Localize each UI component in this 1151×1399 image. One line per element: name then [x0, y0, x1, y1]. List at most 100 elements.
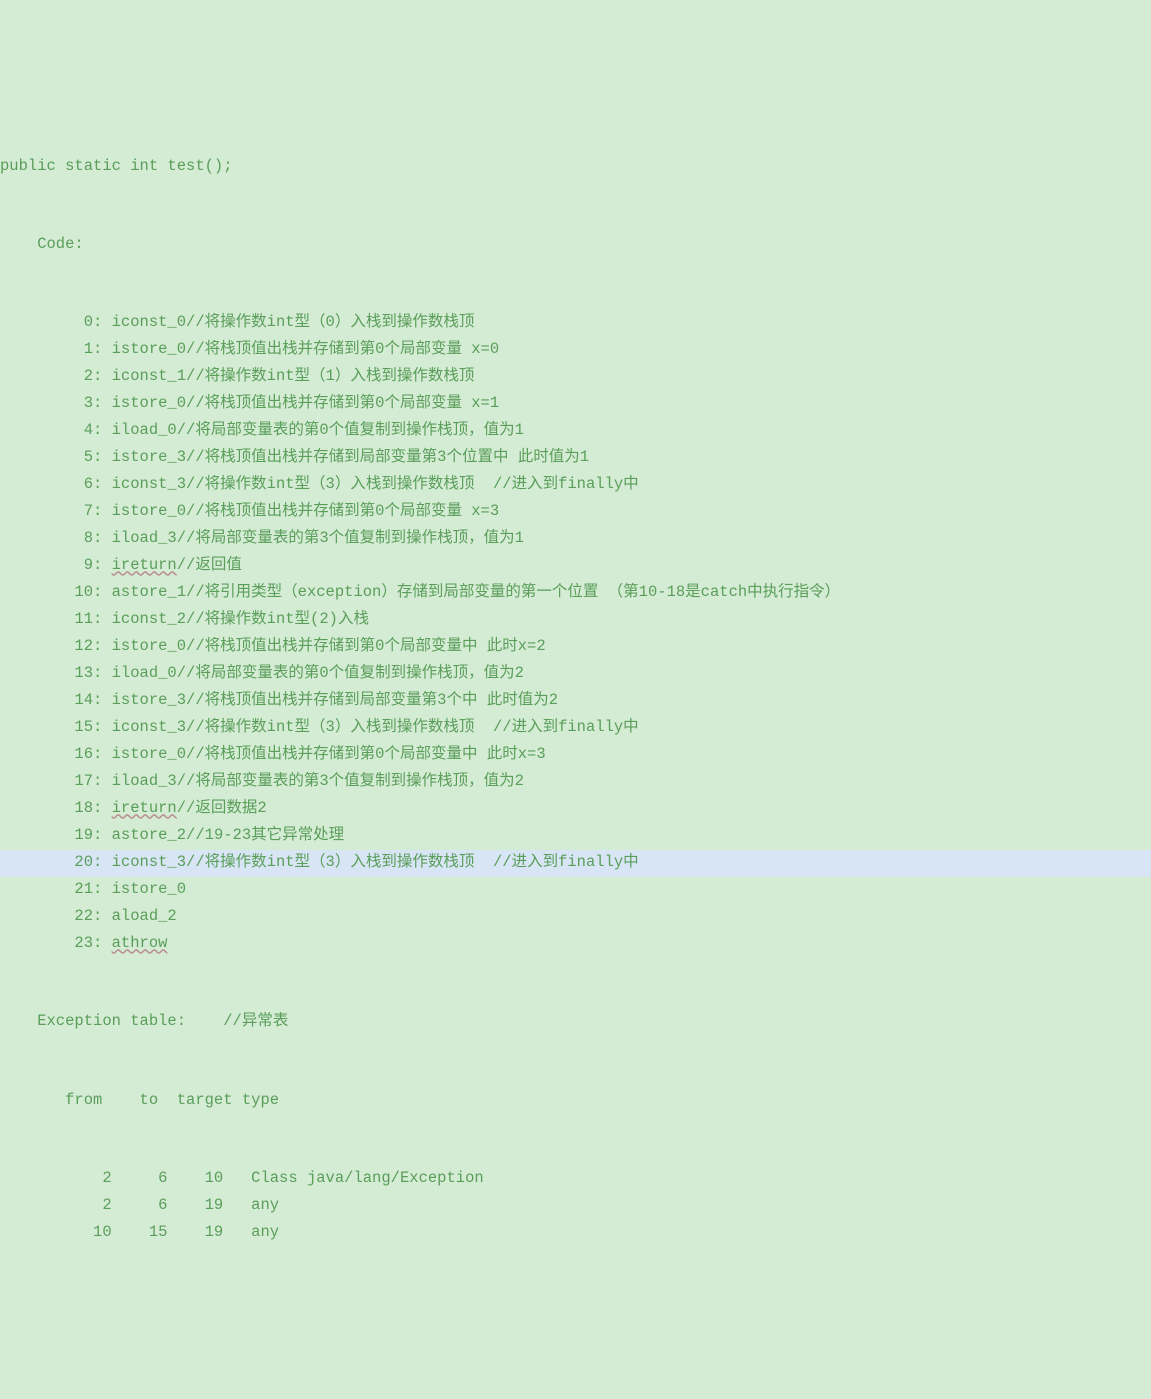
line-prefix: 5: [0, 445, 112, 471]
opcode: istore_0 [112, 391, 186, 417]
comment: //将操作数int型(2)入栈 [186, 607, 369, 633]
instruction-line: 2: iconst_1 //将操作数int型（1）入栈到操作数栈顶 [0, 364, 1151, 391]
comment: //将局部变量表的第0个值复制到操作栈顶，值为1 [177, 418, 524, 444]
instruction-line: 11: iconst_2 //将操作数int型(2)入栈 [0, 607, 1151, 634]
comment: //将操作数int型（1）入栈到操作数栈顶 [186, 364, 474, 390]
line-prefix: 14: [0, 688, 112, 714]
instruction-line: 19: astore_2 //19-23其它异常处理 [0, 823, 1151, 850]
line-prefix: 20: [0, 850, 112, 876]
line-prefix: 22: [0, 904, 112, 930]
exception-header-text: from to target type [0, 1088, 279, 1114]
comment: //将栈顶值出栈并存储到第0个局部变量中 此时x=2 [186, 634, 546, 660]
instruction-line: 22: aload_2 [0, 904, 1151, 931]
opcode: astore_2 [112, 823, 186, 849]
opcode: iconst_2 [112, 607, 186, 633]
comment: //将栈顶值出栈并存储到局部变量第3个位置中 此时值为1 [186, 445, 589, 471]
line-prefix: 4: [0, 418, 112, 444]
line-prefix: 8: [0, 526, 112, 552]
comment: //将操作数int型（0）入栈到操作数栈顶 [186, 310, 474, 336]
opcode: iconst_1 [112, 364, 186, 390]
opcode: iconst_3 [112, 850, 186, 876]
instruction-line: 6: iconst_3 //将操作数int型（3）入栈到操作数栈顶 //进入到f… [0, 472, 1151, 499]
signature-text: public static int test(); [0, 154, 233, 180]
opcode: iload_0 [112, 661, 177, 687]
opcode: istore_0 [112, 337, 186, 363]
opcode: iload_3 [112, 526, 177, 552]
instruction-line: 17: iload_3 //将局部变量表的第3个值复制到操作栈顶，值为2 [0, 769, 1151, 796]
instruction-line: 16: istore_0 //将栈顶值出栈并存储到第0个局部变量中 此时x=3 [0, 742, 1151, 769]
opcode: iconst_3 [112, 715, 186, 741]
opcode: ireturn [112, 796, 177, 822]
instruction-line: 3: istore_0 //将栈顶值出栈并存储到第0个局部变量 x=1 [0, 391, 1151, 418]
line-prefix: 0: [0, 310, 112, 336]
comment: //将栈顶值出栈并存储到第0个局部变量中 此时x=3 [186, 742, 546, 768]
line-prefix: 16: [0, 742, 112, 768]
opcode: athrow [112, 931, 168, 957]
instruction-line: 12: istore_0 //将栈顶值出栈并存储到第0个局部变量中 此时x=2 [0, 634, 1151, 661]
opcode: istore_0 [112, 499, 186, 525]
instruction-line: 20: iconst_3 //将操作数int型（3）入栈到操作数栈顶 //进入到… [0, 850, 1151, 877]
instruction-line: 10: astore_1 //将引用类型（exception）存储到局部变量的第… [0, 580, 1151, 607]
exception-table-label: Exception table: //异常表 [0, 1009, 1151, 1036]
line-prefix: 2: [0, 364, 112, 390]
opcode: iconst_3 [112, 472, 186, 498]
exception-row: 2 6 10 Class java/lang/Exception [0, 1165, 1151, 1192]
line-prefix: 9: [0, 553, 112, 579]
code-label: Code: [0, 232, 1151, 259]
comment: //将栈顶值出栈并存储到局部变量第3个中 此时值为2 [186, 688, 558, 714]
line-prefix: 12: [0, 634, 112, 660]
exception-table-header: from to target type [0, 1087, 1151, 1114]
comment: //返回数据2 [177, 796, 267, 822]
line-prefix: 15: [0, 715, 112, 741]
exception-table-label-text: Exception table: //异常表 [0, 1009, 288, 1035]
line-prefix: 1: [0, 337, 112, 363]
line-prefix: 13: [0, 661, 112, 687]
comment: //将局部变量表的第0个值复制到操作栈顶，值为2 [177, 661, 524, 687]
instruction-line: 4: iload_0 //将局部变量表的第0个值复制到操作栈顶，值为1 [0, 418, 1151, 445]
opcode: iload_0 [112, 418, 177, 444]
line-prefix: 19: [0, 823, 112, 849]
opcode: istore_0 [112, 634, 186, 660]
exception-row: 10 15 19 any [0, 1219, 1151, 1246]
opcode: istore_0 [112, 877, 186, 903]
instruction-line: 9: ireturn //返回值 [0, 553, 1151, 580]
instruction-line: 23: athrow [0, 931, 1151, 958]
line-prefix: 11: [0, 607, 112, 633]
comment: //将栈顶值出栈并存储到第0个局部变量 x=1 [186, 391, 499, 417]
instruction-line: 14: istore_3 //将栈顶值出栈并存储到局部变量第3个中 此时值为2 [0, 688, 1151, 715]
comment: //将栈顶值出栈并存储到第0个局部变量 x=3 [186, 499, 499, 525]
code-label-text: Code: [0, 232, 84, 258]
exception-table-rows: 2 6 10 Class java/lang/Exception 2 6 19 … [0, 1165, 1151, 1246]
line-prefix: 10: [0, 580, 112, 606]
instruction-line: 18: ireturn //返回数据2 [0, 796, 1151, 823]
line-prefix: 18: [0, 796, 112, 822]
line-prefix: 21: [0, 877, 112, 903]
method-signature: public static int test(); [0, 153, 1151, 180]
opcode: astore_1 [112, 580, 186, 606]
opcode: aload_2 [112, 904, 177, 930]
line-prefix: 3: [0, 391, 112, 417]
comment: //将局部变量表的第3个值复制到操作栈顶，值为1 [177, 526, 524, 552]
instruction-line: 7: istore_0 //将栈顶值出栈并存储到第0个局部变量 x=3 [0, 499, 1151, 526]
opcode: ireturn [112, 553, 177, 579]
opcode: iload_3 [112, 769, 177, 795]
line-prefix: 6: [0, 472, 112, 498]
instruction-line: 21: istore_0 [0, 877, 1151, 904]
line-prefix: 23: [0, 931, 112, 957]
instruction-line: 13: iload_0 //将局部变量表的第0个值复制到操作栈顶，值为2 [0, 661, 1151, 688]
comment: //将栈顶值出栈并存储到第0个局部变量 x=0 [186, 337, 499, 363]
comment: //将局部变量表的第3个值复制到操作栈顶，值为2 [177, 769, 524, 795]
comment: //19-23其它异常处理 [186, 823, 344, 849]
instruction-line: 5: istore_3 //将栈顶值出栈并存储到局部变量第3个位置中 此时值为1 [0, 445, 1151, 472]
comment: //将操作数int型（3）入栈到操作数栈顶 //进入到finally中 [186, 472, 639, 498]
line-prefix: 17: [0, 769, 112, 795]
instruction-line: 1: istore_0 //将栈顶值出栈并存储到第0个局部变量 x=0 [0, 337, 1151, 364]
exception-row: 2 6 19 any [0, 1192, 1151, 1219]
opcode: istore_3 [112, 688, 186, 714]
instruction-line: 15: iconst_3 //将操作数int型（3）入栈到操作数栈顶 //进入到… [0, 715, 1151, 742]
line-prefix: 7: [0, 499, 112, 525]
comment: //将引用类型（exception）存储到局部变量的第一个位置 （第10-18是… [186, 580, 840, 606]
instruction-line: 0: iconst_0 //将操作数int型（0）入栈到操作数栈顶 [0, 310, 1151, 337]
comment: //将操作数int型（3）入栈到操作数栈顶 //进入到finally中 [186, 850, 639, 876]
comment: //将操作数int型（3）入栈到操作数栈顶 //进入到finally中 [186, 715, 639, 741]
